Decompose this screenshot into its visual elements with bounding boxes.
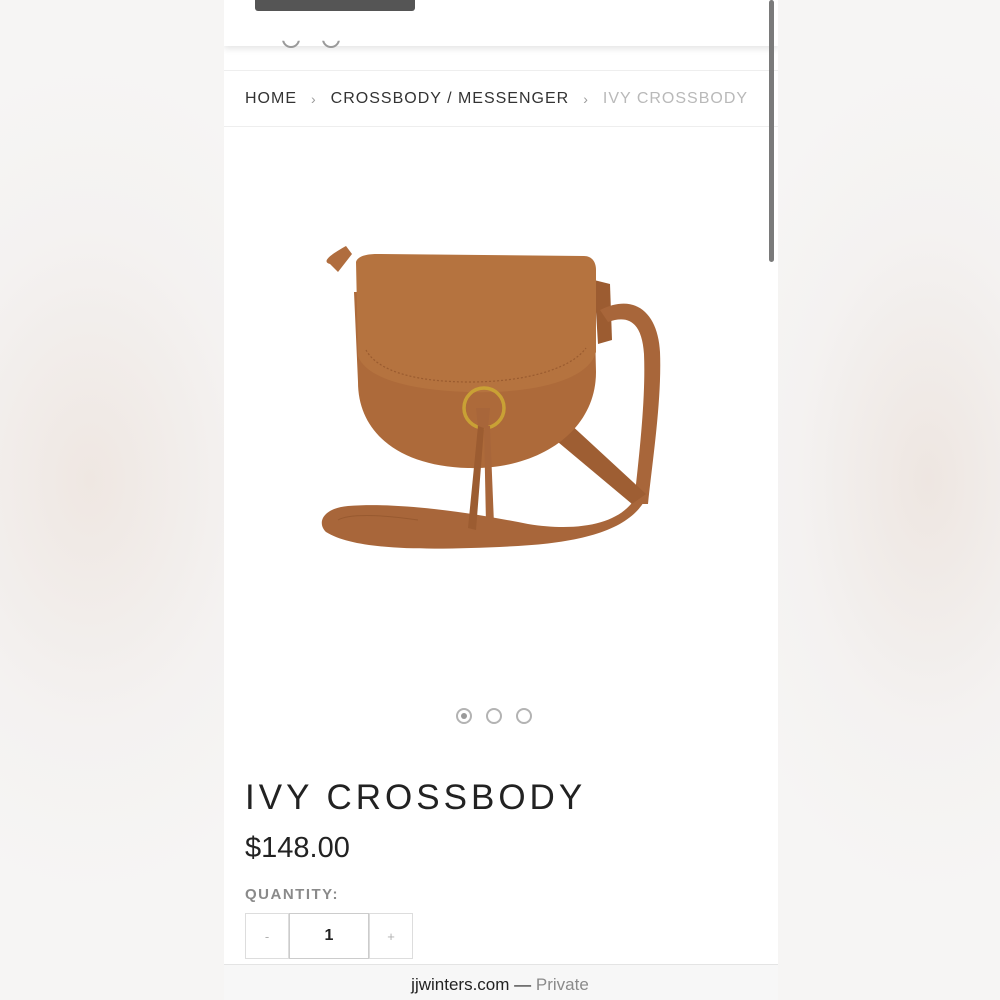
quantity-increment-button[interactable]: + xyxy=(369,913,413,959)
carousel-dots xyxy=(456,708,532,724)
header-pill xyxy=(255,0,415,11)
breadcrumb-category-link[interactable]: CROSSBODY / MESSENGER xyxy=(331,90,570,108)
quantity-decrement-button[interactable]: - xyxy=(245,913,289,959)
site-header xyxy=(224,0,778,48)
scrollbar[interactable] xyxy=(769,0,774,262)
quantity-label: QUANTITY: xyxy=(245,886,340,903)
mobile-viewport: HOME › CROSSBODY / MESSENGER › IVY CROSS… xyxy=(224,0,778,1000)
chevron-right-icon: › xyxy=(311,90,317,107)
url-domain: jjwinters.com xyxy=(411,975,510,994)
product-image[interactable] xyxy=(318,232,688,572)
search-icon[interactable] xyxy=(322,40,340,48)
carousel-dot-1[interactable] xyxy=(456,708,472,724)
carousel-dot-3[interactable] xyxy=(516,708,532,724)
quantity-input[interactable] xyxy=(289,913,369,959)
menu-icon[interactable] xyxy=(282,40,300,48)
carousel-dot-2[interactable] xyxy=(486,708,502,724)
url-privacy-label: Private xyxy=(535,975,589,994)
chevron-right-icon: › xyxy=(583,90,589,107)
product-price: $148.00 xyxy=(245,832,350,864)
url-separator: — xyxy=(514,975,532,994)
breadcrumb-home-link[interactable]: HOME xyxy=(245,90,297,108)
breadcrumb: HOME › CROSSBODY / MESSENGER › IVY CROSS… xyxy=(224,70,778,127)
browser-url-bar[interactable]: jjwinters.com — Private xyxy=(0,975,1000,995)
page-backdrop-right xyxy=(778,0,1000,1000)
quantity-stepper: - + xyxy=(245,913,413,959)
product-title: IVY CROSSBODY xyxy=(245,778,587,817)
breadcrumb-current: IVY CROSSBODY xyxy=(602,89,749,107)
